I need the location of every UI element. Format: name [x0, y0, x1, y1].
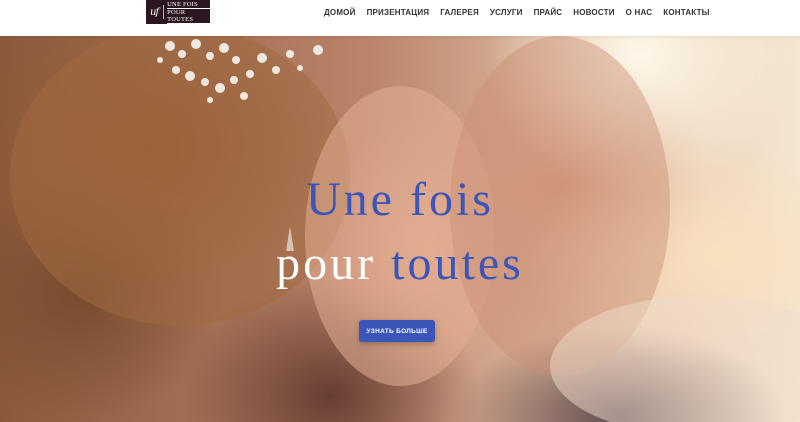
logo-line-2: Pour toutes: [167, 7, 210, 24]
logo-divider: [163, 5, 165, 19]
hero-title-line-2: pour toutes: [0, 240, 800, 288]
logo-monogram: uf: [150, 6, 159, 18]
nav-item-presentation[interactable]: ПРИЗЕНТАЦИЯ: [367, 8, 430, 17]
logo-line-1: Une fois: [167, 0, 198, 8]
nav-item-gallery[interactable]: ГАЛЕРЕЯ: [440, 8, 479, 17]
site-logo[interactable]: uf Une fois Pour toutes: [146, 0, 210, 24]
hero-background-photo: [10, 36, 800, 422]
nav-item-services[interactable]: УСЛУГИ: [490, 8, 523, 17]
nav-item-news[interactable]: НОВОСТИ: [573, 8, 614, 17]
logo-wordmark: Une fois Pour toutes: [167, 1, 210, 24]
site-header: uf Une fois Pour toutes ДОМОЙ ПРИЗЕНТАЦИ…: [0, 0, 800, 36]
learn-more-button[interactable]: УЗНАТЬ БОЛЬШЕ: [359, 320, 435, 342]
hero-title-une-fois: Une fois: [306, 173, 494, 226]
hero-section: Une fois pour toutes УЗНАТЬ БОЛЬШЕ: [0, 36, 800, 422]
hero-title-toutes: toutes: [391, 237, 524, 290]
nav-item-about[interactable]: О НАС: [626, 8, 653, 17]
hero-title-pour: pour: [276, 237, 377, 290]
nav-item-contacts[interactable]: КОНТАКТЫ: [663, 8, 709, 17]
hero-title-line-1: Une fois: [0, 176, 800, 224]
main-nav: ДОМОЙ ПРИЗЕНТАЦИЯ ГАЛЕРЕЯ УСЛУГИ ПРАЙС Н…: [324, 6, 710, 18]
nav-item-home[interactable]: ДОМОЙ: [324, 8, 356, 17]
nav-item-prices[interactable]: ПРАЙС: [534, 8, 563, 17]
